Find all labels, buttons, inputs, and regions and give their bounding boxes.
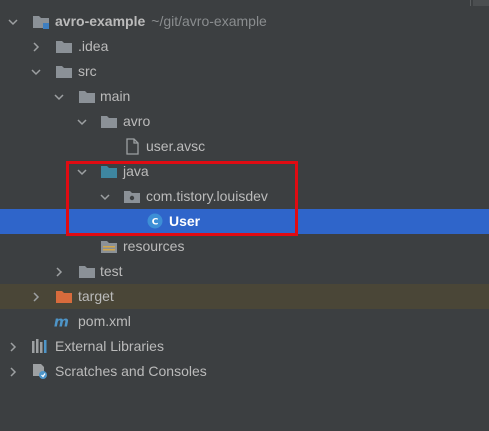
folder-icon [55,63,73,80]
class-badge: C [152,218,159,228]
tree-item-idea[interactable]: .idea [0,34,489,59]
tree-item-target[interactable]: target [0,284,489,309]
chevron-down-icon[interactable] [75,159,89,184]
window-top-strip [0,0,489,8]
tree-item-scratches[interactable]: Scratches and Consoles [0,359,489,384]
tree-item-label: java [123,163,149,179]
chevron-right-icon[interactable] [52,259,66,284]
separator [470,0,471,6]
folder-icon [55,38,73,55]
tree-item-test[interactable]: test [0,259,489,284]
tree-item-external-libraries[interactable]: External Libraries [0,334,489,359]
tree-item-label: avro [123,113,151,129]
tree-item-label: pom.xml [78,313,131,329]
tree-item-label: main [100,88,131,104]
tree-item-label: com.tistory.louisdev [146,188,268,204]
chevron-right-icon[interactable] [29,284,43,309]
scratches-icon [31,363,49,380]
tree-item-label: External Libraries [55,338,164,354]
project-tree: avro-example ~/git/avro-example .idea src… [0,9,489,384]
scroll-corner [473,0,489,6]
maven-badge: m [54,314,69,330]
chevron-right-icon[interactable] [6,359,20,384]
libraries-icon [31,338,49,355]
chevron-down-icon[interactable] [6,9,20,34]
tree-item-src[interactable]: src [0,59,489,84]
module-folder-icon [32,13,50,30]
folder-icon [100,113,118,130]
source-root-folder-icon [100,163,118,180]
chevron-down-icon[interactable] [75,109,89,134]
chevron-down-icon[interactable] [98,184,112,209]
folder-icon [78,88,96,105]
package-icon [123,188,141,205]
folder-icon [78,263,96,280]
tree-item-user-class[interactable]: C User [0,209,489,234]
tree-item-avro[interactable]: avro [0,109,489,134]
project-path: ~/git/avro-example [151,13,267,29]
tree-item-main[interactable]: main [0,84,489,109]
tree-item-label: resources [123,238,185,254]
tree-item-label: user.avsc [146,138,206,154]
chevron-right-icon[interactable] [29,34,43,59]
file-icon [123,138,141,155]
tree-item-label: Scratches and Consoles [55,363,207,379]
java-class-icon: C [146,212,164,229]
tree-item-package[interactable]: com.tistory.louisdev [0,184,489,209]
tree-item-user-avsc[interactable]: user.avsc [0,134,489,159]
chevron-down-icon[interactable] [52,84,66,109]
tree-item-label: test [100,263,123,279]
tree-item-java[interactable]: java [0,159,489,184]
tree-item-label: target [78,288,114,304]
tree-item-pom[interactable]: m pom.xml [0,309,489,334]
resources-root-icon [100,238,118,255]
maven-icon: m [53,313,71,330]
project-name: avro-example ~/git/avro-example [55,13,267,29]
tree-item-resources[interactable]: resources [0,234,489,259]
excluded-folder-icon [55,288,73,305]
tree-item-label: src [78,63,97,79]
tree-item-label: .idea [78,38,109,54]
tree-item-label: User [169,213,201,229]
chevron-right-icon[interactable] [6,334,20,359]
tree-item-avro-example[interactable]: avro-example ~/git/avro-example [0,9,489,34]
chevron-down-icon[interactable] [29,59,43,84]
